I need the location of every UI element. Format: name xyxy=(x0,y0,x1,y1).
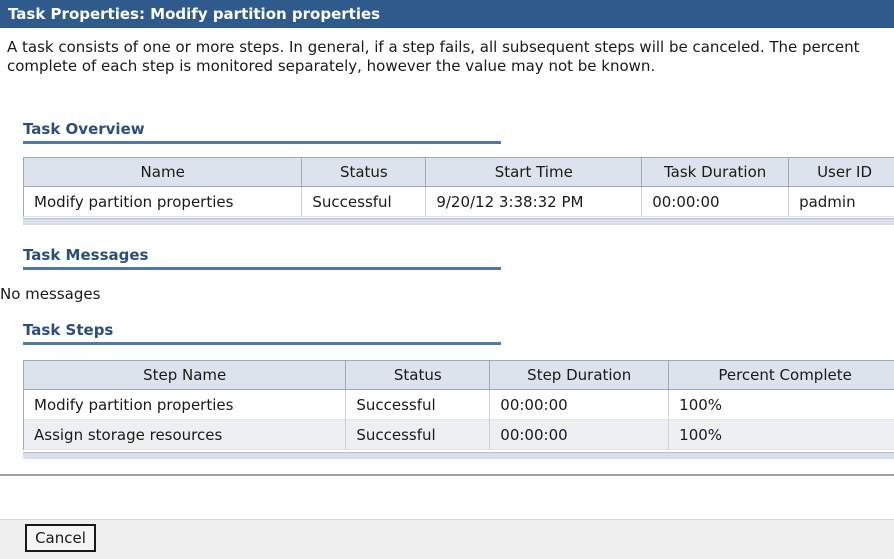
table-row[interactable]: Modify partition properties Successful 0… xyxy=(24,389,894,420)
column-header-name[interactable]: Name xyxy=(24,158,303,187)
step-percent-cell: 100% xyxy=(668,389,894,420)
content-divider xyxy=(0,474,894,476)
messages-text: No messages xyxy=(0,285,101,303)
task-steps-rule xyxy=(23,342,501,345)
window-title-bar: Task Properties: Modify partition proper… xyxy=(0,0,894,28)
window-title: Task Properties: Modify partition proper… xyxy=(8,5,381,23)
column-header-step-name[interactable]: Step Name xyxy=(24,361,347,390)
button-bar xyxy=(0,519,894,559)
table-row[interactable]: Modify partition properties Successful 9… xyxy=(24,186,894,217)
task-name-cell: Modify partition properties xyxy=(24,186,303,217)
step-status-cell: Successful xyxy=(345,389,491,420)
cancel-button[interactable]: Cancel xyxy=(25,524,96,552)
task-overview-header-row: Name Status Start Time Task Duration Use… xyxy=(24,158,894,187)
column-header-start-time[interactable]: Start Time xyxy=(425,158,643,187)
table-row[interactable]: Assign storage resources Successful 00:0… xyxy=(24,419,894,450)
task-steps-heading: Task Steps xyxy=(23,321,114,339)
task-steps-header-row: Step Name Status Step Duration Percent C… xyxy=(24,361,894,390)
task-status-cell: Successful xyxy=(301,186,427,217)
task-overview-heading: Task Overview xyxy=(23,120,145,138)
task-start-time-cell: 9/20/12 3:38:32 PM xyxy=(425,186,643,217)
task-description: A task consists of one or more steps. In… xyxy=(7,38,860,75)
task-messages-rule xyxy=(23,267,501,270)
step-duration-cell: 00:00:00 xyxy=(489,419,670,450)
task-steps-table: Step Name Status Step Duration Percent C… xyxy=(23,360,894,450)
step-name-cell: Modify partition properties xyxy=(24,389,347,420)
step-percent-cell: 100% xyxy=(668,419,894,450)
column-header-step-duration[interactable]: Step Duration xyxy=(489,361,670,390)
task-overview-table: Name Status Start Time Task Duration Use… xyxy=(23,157,894,217)
task-user-id-cell: padmin xyxy=(788,186,894,217)
column-header-status[interactable]: Status xyxy=(345,361,491,390)
column-header-task-duration[interactable]: Task Duration xyxy=(641,158,790,187)
task-overview-scrollbar[interactable] xyxy=(23,218,894,225)
task-messages-heading: Task Messages xyxy=(23,246,149,264)
step-duration-cell: 00:00:00 xyxy=(489,389,670,420)
task-duration-cell: 00:00:00 xyxy=(641,186,790,217)
column-header-status[interactable]: Status xyxy=(301,158,427,187)
column-header-percent-complete[interactable]: Percent Complete xyxy=(668,361,894,390)
step-status-cell: Successful xyxy=(345,419,491,450)
column-header-user-id[interactable]: User ID xyxy=(788,158,894,187)
step-name-cell: Assign storage resources xyxy=(24,419,347,450)
task-overview-rule xyxy=(23,141,501,144)
task-steps-scrollbar[interactable] xyxy=(23,452,894,459)
